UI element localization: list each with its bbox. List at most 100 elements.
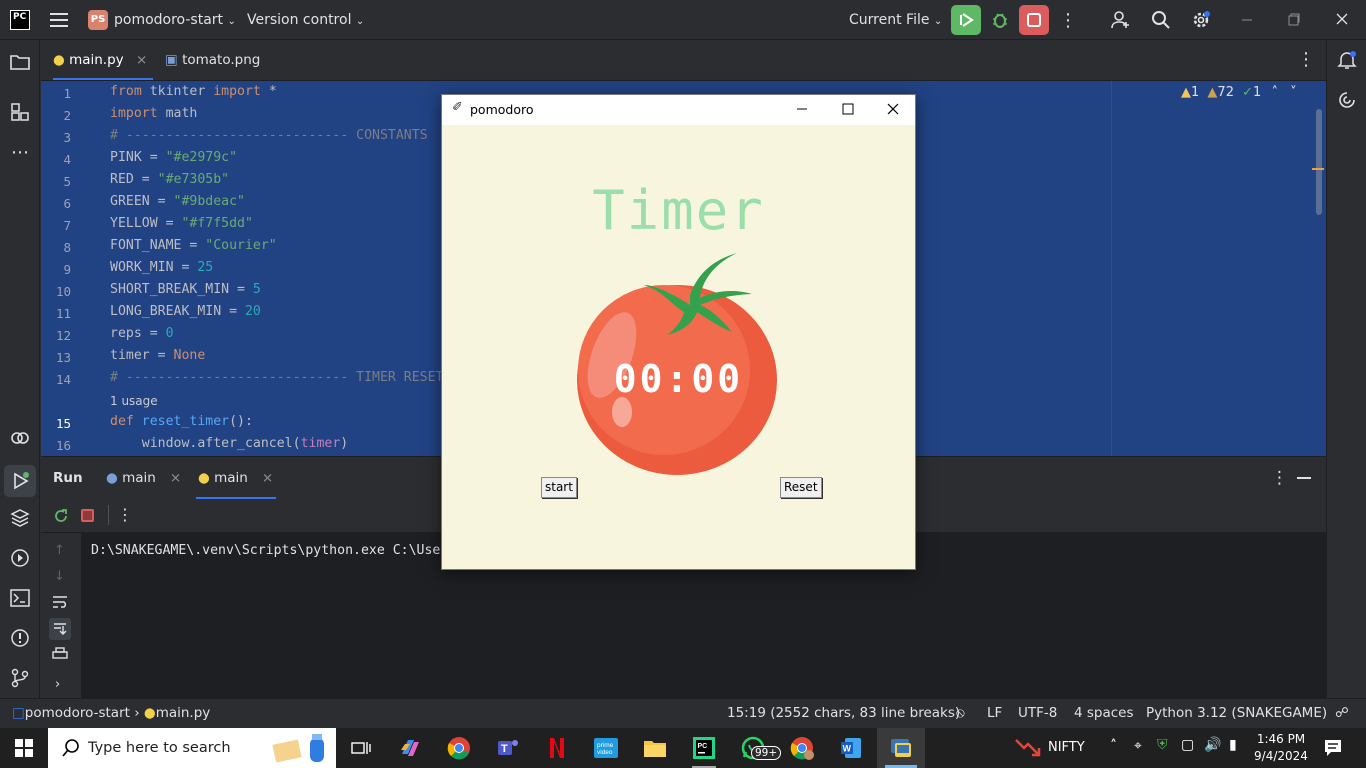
code-line: def reset_timer(): [110, 414, 253, 429]
line-separator[interactable]: LF [987, 705, 1002, 721]
start-button[interactable]: start [541, 477, 577, 498]
editor-scrollbar[interactable] [1316, 109, 1322, 215]
line-number: 4 [63, 152, 71, 167]
rerun-button[interactable] [53, 508, 69, 528]
project-tool-button[interactable] [8, 50, 32, 74]
volume-icon[interactable]: 🔊 [1204, 737, 1221, 753]
project-selector[interactable]: pomodoro-start ⌄ [114, 10, 236, 30]
run-tab-1[interactable]: ● main × [106, 470, 181, 486]
python-app-active[interactable] [877, 728, 925, 768]
chevron-down-icon[interactable]: ˅ [1290, 85, 1297, 100]
close-tab-icon[interactable]: × [136, 52, 147, 68]
minimize-button[interactable] [1240, 10, 1254, 30]
reset-button[interactable]: Reset [780, 477, 822, 498]
security-icon[interactable]: ⛨ [1157, 737, 1168, 753]
soft-wrap-icon[interactable] [52, 595, 68, 613]
inspection-widget[interactable]: ▲1 ▲72 ✓1 ˄ ˅ [1181, 85, 1297, 105]
prime-video-app[interactable]: prime video [590, 732, 622, 764]
window-title: pomodoro [470, 102, 534, 117]
breadcrumb[interactable]: □pomodoro-start › ●main.py [12, 705, 210, 721]
pycharm-app[interactable]: PC [688, 732, 720, 768]
stop-icon[interactable] [81, 509, 94, 522]
task-view-button[interactable] [345, 732, 377, 764]
rerun-button[interactable] [951, 5, 981, 35]
chrome-profile-app[interactable] [786, 732, 818, 764]
print-icon[interactable] [52, 647, 68, 665]
chrome-icon [447, 737, 470, 760]
run-config-selector[interactable]: Current File ⌄ [849, 10, 942, 30]
layers-tool-button[interactable] [8, 506, 32, 530]
copilot-app[interactable] [394, 732, 426, 764]
word-app[interactable]: W [835, 732, 867, 764]
search-button[interactable] [1146, 5, 1176, 35]
network-icon[interactable]: ⌖ [1134, 738, 1142, 754]
status-bar: □pomodoro-start › ●main.py 15:19 (2552 c… [0, 698, 1366, 728]
clock-date[interactable]: 9/4/2024 [1254, 749, 1308, 763]
run-tool-button[interactable] [4, 465, 36, 497]
pomodoro-title-bar[interactable]: ✐ pomodoro [442, 95, 915, 125]
more-tools-button[interactable]: ⋯ [8, 140, 32, 164]
lock-icon[interactable]: ☍ [1335, 705, 1349, 721]
chevron-right-icon[interactable]: › [55, 677, 60, 692]
chevron-up-icon[interactable]: ˄ [1110, 738, 1117, 754]
add-user-button[interactable] [1106, 5, 1136, 35]
file-explorer-app[interactable] [639, 732, 671, 764]
problems-tool-button[interactable] [8, 626, 32, 650]
taskbar-search[interactable]: Type here to search [48, 728, 336, 768]
close-tab-icon[interactable]: × [262, 470, 273, 486]
python-console-button[interactable] [8, 426, 32, 450]
stop-icon [1027, 13, 1041, 27]
caret-position[interactable]: 15:19 (2552 chars, 83 line breaks) [727, 705, 960, 721]
debug-button[interactable] [985, 5, 1015, 35]
close-window-button[interactable] [1335, 10, 1349, 30]
services-tool-button[interactable] [8, 546, 32, 570]
more-actions-button[interactable]: ⋮ [1053, 5, 1083, 35]
scroll-to-end-icon[interactable] [49, 618, 71, 640]
terminal-tool-button[interactable] [8, 586, 32, 610]
meet-now-icon[interactable]: ▢ [1181, 737, 1194, 753]
maximize-button[interactable] [1287, 10, 1301, 30]
structure-tool-button[interactable] [8, 100, 32, 124]
hide-panel-button[interactable] [1297, 477, 1311, 479]
chevron-up-icon[interactable]: ˄ [1271, 85, 1278, 100]
readonly-toggle-icon[interactable]: ⦸ [956, 705, 965, 721]
stop-button[interactable] [1019, 5, 1049, 35]
folder-icon [644, 741, 666, 757]
notification-center-button[interactable] [1324, 739, 1342, 761]
vcs-menu[interactable]: Version control ⌄ [247, 10, 364, 30]
settings-button[interactable] [1186, 5, 1216, 35]
whatsapp-app[interactable]: 99+ [737, 732, 782, 764]
python-interpreter[interactable]: Python 3.12 (SNAKEGAME) [1146, 705, 1327, 721]
notifications-button[interactable] [1337, 50, 1357, 74]
main-menu-icon[interactable] [50, 12, 68, 28]
pycharm-logo[interactable]: PC [10, 10, 30, 30]
chrome-app[interactable] [443, 732, 475, 764]
more-vertical-icon: ⋮ [1271, 468, 1288, 488]
windows-start-button[interactable] [8, 732, 40, 764]
more-vertical-icon: ⋮ [1297, 49, 1315, 70]
usage-hint[interactable]: 1 usage [110, 394, 158, 408]
code-line: # ---------------------------- CONSTANTS [110, 128, 428, 143]
tk-minimize-button[interactable] [794, 101, 810, 117]
git-tool-button[interactable] [8, 666, 32, 690]
ai-assistant-button[interactable] [1337, 90, 1357, 114]
clock-time[interactable]: 1:46 PM [1256, 732, 1306, 746]
line-number: 10 [55, 284, 71, 299]
tab-main-py[interactable]: ● main.py × [53, 40, 153, 80]
tk-close-button[interactable] [885, 101, 901, 117]
run-panel-options-button[interactable]: ⋮ [1271, 468, 1288, 488]
battery-icon[interactable]: ▮ [1229, 737, 1237, 753]
indent-setting[interactable]: 4 spaces [1074, 705, 1134, 721]
file-encoding[interactable]: UTF-8 [1018, 705, 1057, 721]
close-tab-icon[interactable]: × [170, 470, 181, 486]
arrow-down-icon[interactable]: ↓ [54, 569, 65, 584]
run-more-button[interactable]: ⋮ [117, 505, 133, 524]
tab-actions-button[interactable]: ⋮ [1297, 40, 1315, 80]
run-tab-2[interactable]: ● main × [196, 457, 276, 499]
tab-tomato-png[interactable]: ▣ tomato.png [165, 40, 260, 80]
tk-maximize-button[interactable] [840, 101, 856, 117]
nifty-widget[interactable] [1014, 736, 1042, 764]
netflix-app[interactable] [541, 732, 573, 764]
arrow-up-icon[interactable]: ↑ [54, 543, 65, 558]
teams-app[interactable]: T [492, 732, 524, 764]
